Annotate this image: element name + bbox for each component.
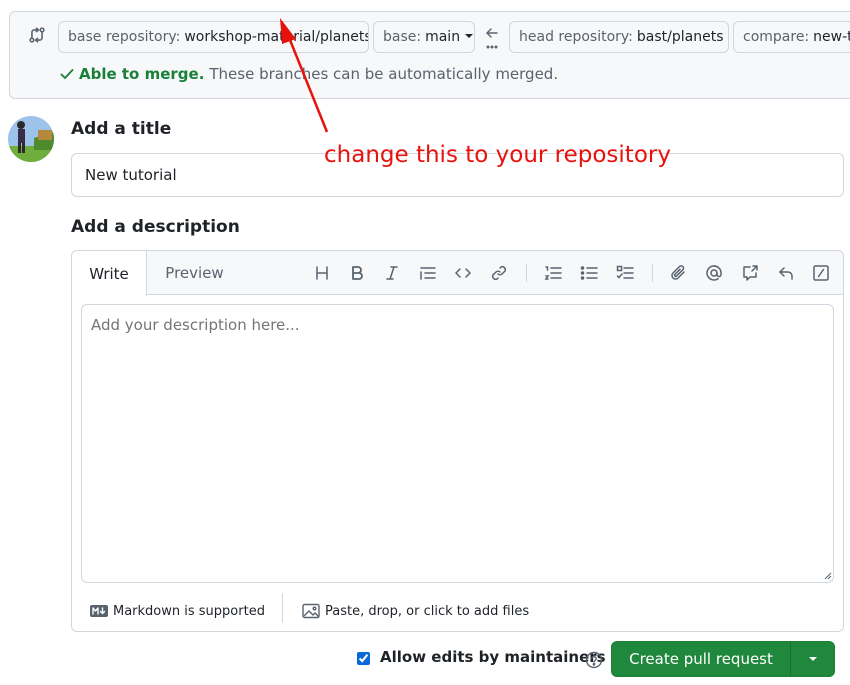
allow-edits-checkbox[interactable] — [357, 652, 370, 665]
compare-bar: base repository: workshop-material/plane… — [9, 11, 850, 99]
compare-branch-select[interactable]: compare: new-tu — [733, 21, 850, 53]
base-repository-label: base repository: — [68, 29, 181, 45]
tab-write[interactable]: Write — [72, 251, 147, 296]
create-options-dropdown[interactable] — [790, 641, 835, 677]
check-icon — [59, 66, 75, 82]
editor-footer: Markdown is supported Paste, drop, or cl… — [72, 591, 843, 631]
attach-files-button[interactable]: Paste, drop, or click to add files — [302, 603, 529, 619]
image-icon — [302, 603, 320, 619]
task-list-icon[interactable] — [616, 264, 634, 282]
description-editor: Write Preview Add your description here.… — [71, 250, 844, 632]
annotation-text: change this to your repository — [324, 142, 671, 168]
numbered-list-icon[interactable] — [544, 264, 562, 282]
create-pull-request-button[interactable]: Create pull request — [611, 641, 791, 677]
reply-icon[interactable] — [777, 264, 795, 282]
merge-status-label: Able to merge. — [79, 65, 205, 83]
cross-reference-icon[interactable] — [741, 264, 759, 282]
question-icon[interactable] — [585, 651, 603, 669]
head-repository-select[interactable]: head repository: bast/planets — [509, 21, 729, 53]
toolbar-divider — [652, 264, 653, 282]
footer-divider — [282, 593, 283, 623]
chevron-down-icon — [465, 34, 474, 38]
merge-status-detail: These branches can be automatically merg… — [209, 65, 559, 83]
head-repository-label: head repository: — [519, 29, 633, 45]
allow-edits-label[interactable]: Allow edits by maintainers — [380, 648, 606, 666]
merge-status: Able to merge. These branches can be aut… — [59, 65, 558, 83]
mention-icon[interactable] — [705, 264, 723, 282]
base-repository-value: workshop-material/planets — [184, 29, 369, 45]
compare-branch-value: new-tu — [813, 29, 850, 45]
base-branch-label: base: — [383, 29, 422, 45]
heading-icon[interactable] — [313, 264, 331, 282]
description-heading: Add a description — [71, 217, 240, 237]
base-branch-select[interactable]: base: main — [373, 21, 475, 53]
title-heading: Add a title — [71, 119, 172, 139]
markdown-icon — [90, 605, 108, 617]
markdown-note: Markdown is supported — [113, 603, 265, 619]
editor-toolbar: Write Preview — [72, 251, 843, 296]
git-compare-icon — [28, 26, 46, 44]
chevron-down-icon — [729, 34, 730, 38]
avatar[interactable] — [8, 116, 54, 162]
italic-icon[interactable] — [383, 264, 401, 282]
code-icon[interactable] — [454, 264, 472, 282]
resize-handle-icon[interactable] — [824, 572, 832, 580]
slash-command-icon[interactable] — [812, 264, 830, 282]
bulleted-list-icon[interactable] — [580, 264, 598, 282]
quote-icon[interactable] — [419, 264, 437, 282]
bold-icon[interactable] — [348, 264, 366, 282]
attach-icon[interactable] — [669, 264, 687, 282]
base-branch-value: main — [425, 29, 461, 45]
head-repository-value: bast/planets — [636, 29, 724, 45]
chevron-down-icon — [808, 657, 817, 661]
description-textarea[interactable] — [81, 304, 834, 583]
link-icon[interactable] — [490, 264, 508, 282]
toolbar-divider — [526, 264, 527, 282]
markdown-supported-link[interactable]: Markdown is supported — [90, 604, 265, 619]
compare-branch-label: compare: — [743, 29, 810, 45]
arrow-left-icon — [484, 26, 500, 50]
base-repository-select[interactable]: base repository: workshop-material/plane… — [58, 21, 369, 53]
attach-note: Paste, drop, or click to add files — [325, 603, 530, 619]
tab-preview[interactable]: Preview — [147, 251, 242, 295]
